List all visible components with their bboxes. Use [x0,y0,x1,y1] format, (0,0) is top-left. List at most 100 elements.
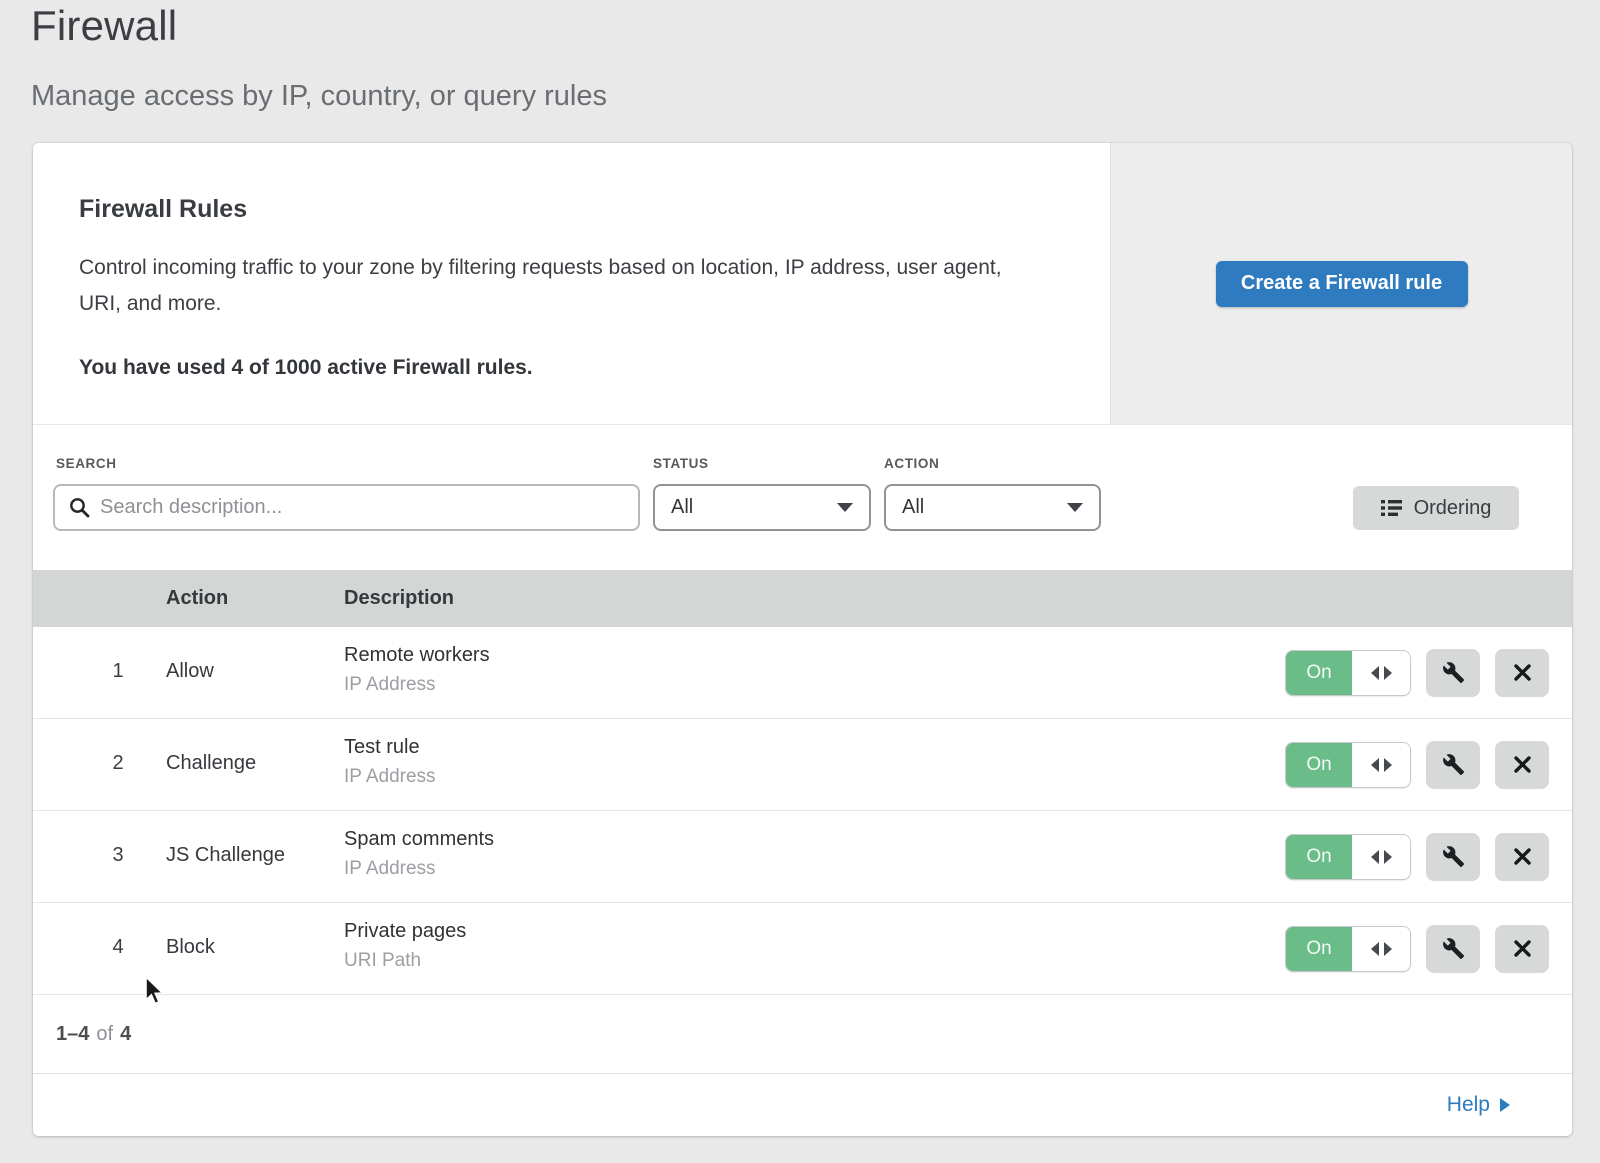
action-label: ACTION [884,456,939,471]
close-icon [1513,939,1532,958]
table-row: 2 Challenge Test rule IP Address On [33,719,1572,811]
delete-rule-button[interactable] [1495,649,1549,697]
toggle-on-label[interactable]: On [1286,835,1352,879]
column-header-description: Description [344,587,454,610]
edit-rule-button[interactable] [1426,833,1480,881]
help-link-label: Help [1447,1093,1490,1117]
close-icon [1513,755,1532,774]
rule-description-title: Private pages [344,920,466,943]
rule-action: Challenge [166,752,256,775]
rule-action: Block [166,936,215,959]
toggle-arrows[interactable] [1352,835,1410,879]
wrench-icon [1442,845,1465,868]
triangle-right-icon [1384,942,1392,956]
close-icon [1513,847,1532,866]
rule-description: Spam comments IP Address [344,828,494,880]
chevron-down-icon [837,503,853,512]
edit-rule-button[interactable] [1426,925,1480,973]
table-row: 1 Allow Remote workers IP Address On [33,627,1572,719]
wrench-icon [1442,753,1465,776]
toggle-arrows[interactable] [1352,927,1410,971]
toggle-arrows[interactable] [1352,651,1410,695]
toggle-on-label[interactable]: On [1286,651,1352,695]
firewall-rules-card: Firewall Rules Control incoming traffic … [33,143,1572,1136]
rule-description: Remote workers IP Address [344,644,490,696]
overview-heading: Firewall Rules [79,195,1050,224]
triangle-left-icon [1371,666,1379,680]
triangle-right-icon [1384,850,1392,864]
overview-text-panel: Firewall Rules Control incoming traffic … [33,143,1110,424]
rule-match-field: IP Address [344,858,494,880]
table-row: 3 JS Challenge Spam comments IP Address … [33,811,1572,903]
toggle-on-label[interactable]: On [1286,927,1352,971]
status-label: STATUS [653,456,709,471]
edit-rule-button[interactable] [1426,649,1480,697]
rule-priority: 1 [103,660,133,683]
rules-table-body: 1 Allow Remote workers IP Address On [33,627,1572,995]
rule-action: Allow [166,660,214,683]
status-select[interactable]: All [653,484,871,531]
rule-description: Test rule IP Address [344,736,436,788]
delete-rule-button[interactable] [1495,741,1549,789]
page-subtitle: Manage access by IP, country, or query r… [31,80,607,113]
pagination-of: of [96,1023,113,1046]
triangle-left-icon [1371,850,1379,864]
filters-bar: SEARCH STATUS ACTION All All Ordering [33,426,1572,570]
rule-match-field: IP Address [344,674,490,696]
overview-usage-text: You have used 4 of 1000 active Firewall … [79,356,1050,380]
rule-match-field: IP Address [344,766,436,788]
create-firewall-rule-button[interactable]: Create a Firewall rule [1216,261,1468,307]
overview-description: Control incoming traffic to your zone by… [79,250,1029,322]
rule-enabled-toggle[interactable]: On [1285,742,1411,788]
chevron-down-icon [1067,503,1083,512]
triangle-right-icon [1384,666,1392,680]
chevron-right-icon [1500,1098,1510,1112]
pagination-range: 1–4 [56,1023,89,1046]
rule-description-title: Spam comments [344,828,494,851]
rule-description: Private pages URI Path [344,920,466,972]
page-title: Firewall [31,2,607,50]
close-icon [1513,663,1532,682]
toggle-arrows[interactable] [1352,743,1410,787]
rule-description-title: Test rule [344,736,436,759]
overview-section: Firewall Rules Control incoming traffic … [33,143,1572,425]
help-link[interactable]: Help [1447,1093,1510,1117]
triangle-left-icon [1371,942,1379,956]
rule-priority: 4 [103,936,133,959]
table-row: 4 Block Private pages URI Path On [33,903,1572,995]
triangle-right-icon [1384,758,1392,772]
ordering-list-icon [1381,499,1402,517]
status-select-value: All [671,496,693,519]
rule-description-title: Remote workers [344,644,490,667]
ordering-button-label: Ordering [1414,497,1492,520]
wrench-icon [1442,937,1465,960]
delete-rule-button[interactable] [1495,925,1549,973]
wrench-icon [1442,661,1465,684]
rule-enabled-toggle[interactable]: On [1285,650,1411,696]
card-footer: Help [33,1073,1572,1136]
action-select-value: All [902,496,924,519]
pagination-bar: 1–4 of 4 [33,995,1572,1073]
triangle-left-icon [1371,758,1379,772]
rule-action: JS Challenge [166,844,285,867]
rule-match-field: URI Path [344,950,466,972]
rule-controls: On [1285,627,1549,718]
column-header-action: Action [166,587,228,610]
rule-priority: 3 [103,844,133,867]
delete-rule-button[interactable] [1495,833,1549,881]
pagination-total: 4 [120,1023,131,1046]
search-box[interactable] [53,484,640,531]
ordering-button[interactable]: Ordering [1353,486,1519,530]
search-input[interactable] [100,496,624,519]
rule-enabled-toggle[interactable]: On [1285,926,1411,972]
rule-enabled-toggle[interactable]: On [1285,834,1411,880]
action-select[interactable]: All [884,484,1101,531]
search-label: SEARCH [56,456,117,471]
search-icon [69,497,90,518]
rule-priority: 2 [103,752,133,775]
rules-table-header: Action Description [33,570,1572,627]
edit-rule-button[interactable] [1426,741,1480,789]
toggle-on-label[interactable]: On [1286,743,1352,787]
page-header: Firewall Manage access by IP, country, o… [31,2,607,113]
rule-controls: On [1285,903,1549,994]
